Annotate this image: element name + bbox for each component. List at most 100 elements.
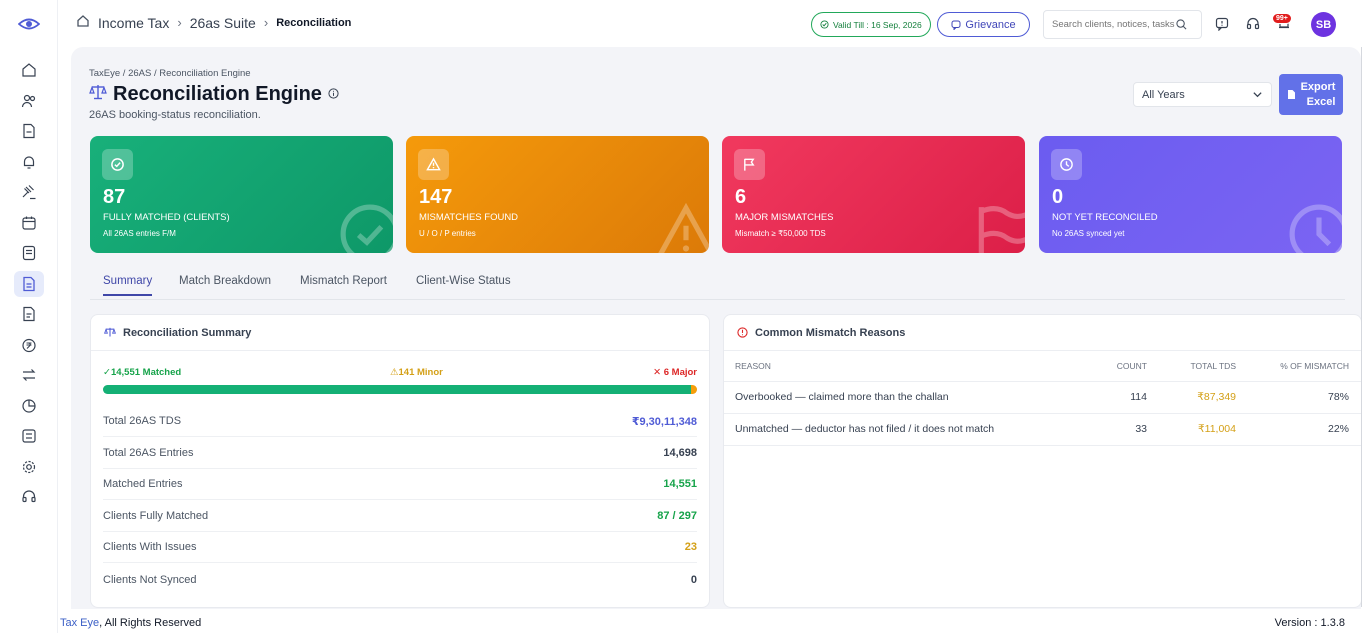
main-content: TaxEye / 26AS / Reconciliation Engine Re… — [71, 47, 1362, 609]
sidebar-transfer-icon[interactable] — [14, 362, 44, 388]
summary-row: Matched Entries 14,551 — [103, 469, 697, 501]
home-icon[interactable] — [76, 14, 90, 31]
info-icon[interactable] — [328, 86, 339, 104]
stat-subtext: No 26AS synced yet — [1052, 229, 1125, 238]
stat-value: 0 — [1052, 186, 1064, 208]
avatar[interactable]: SB — [1311, 12, 1336, 37]
mismatch-reasons-table: Reason Count Total TDS % of Mismatch Ove… — [724, 351, 1361, 446]
sidebar-bell-icon[interactable] — [14, 149, 44, 175]
sidebar-notes-icon[interactable] — [14, 240, 44, 266]
stat-card-major-mismatches[interactable]: 6 Major Mismatches Mismatch ≥ ₹50,000 TD… — [722, 136, 1025, 253]
stat-value: 6 — [735, 186, 747, 208]
major-legend: ✕ 6 Major — [653, 367, 697, 378]
export-excel-button[interactable]: Export Excel — [1279, 74, 1343, 115]
match-progress-bar — [103, 385, 697, 394]
sidebar-pie-icon[interactable] — [14, 393, 44, 419]
sidebar-support-icon[interactable] — [14, 484, 44, 510]
table-row[interactable]: Overbooked — claimed more than the chall… — [724, 381, 1361, 414]
summary-row-label: Total 26AS Entries — [103, 446, 194, 459]
sidebar-table-icon[interactable] — [14, 423, 44, 449]
breadcrumb-item-26as-suite[interactable]: 26as Suite — [190, 15, 256, 31]
stat-value: 147 — [419, 186, 453, 208]
notification-count-badge: 99+ — [1272, 13, 1292, 24]
stat-label: Not Yet Reconciled — [1052, 212, 1158, 223]
summary-row: Clients Fully Matched 87 / 297 — [103, 501, 697, 532]
sidebar-settings-icon[interactable] — [14, 454, 44, 480]
summary-row: Clients With Issues 23 — [103, 532, 697, 564]
sidebar-document-icon[interactable] — [14, 118, 44, 144]
summary-row: Clients Not Synced 0 — [103, 564, 697, 595]
summary-row-value: 0 — [690, 573, 697, 586]
stat-label: Mismatches Found — [419, 212, 519, 223]
feedback-icon[interactable] — [1214, 16, 1230, 32]
grievance-button[interactable]: Grievance — [937, 12, 1030, 37]
check-circle-icon — [102, 149, 133, 180]
clock-watermark-icon — [1289, 204, 1342, 253]
warning-watermark-icon — [658, 203, 709, 253]
footer: Tax Eye, All Rights Reserved Version : 1… — [60, 617, 1345, 629]
column-header-count[interactable]: Count — [1089, 351, 1159, 382]
flag-icon — [734, 149, 765, 180]
stat-subtext: Mismatch ≥ ₹50,000 TDS — [735, 229, 826, 238]
stat-card-not-reconciled[interactable]: 0 Not Yet Reconciled No 26AS synced yet — [1039, 136, 1342, 253]
total-tds-cell: ₹87,349 — [1159, 381, 1248, 414]
pct-cell: 22% — [1248, 413, 1361, 446]
alert-circle-icon — [737, 327, 748, 338]
sidebar-rupee-icon[interactable] — [14, 332, 44, 358]
search-input[interactable] — [1052, 19, 1176, 30]
sidebar-calendar-icon[interactable] — [14, 210, 44, 236]
flag-watermark-icon — [978, 206, 1025, 253]
reason-cell: Overbooked — claimed more than the chall… — [724, 381, 1089, 414]
tab-client-wise-status[interactable]: Client-Wise Status — [416, 275, 511, 295]
summary-row-value: 14,551 — [663, 478, 697, 491]
summary-row-label: Clients With Issues — [103, 541, 197, 554]
summary-row: Total 26AS Entries 14,698 — [103, 438, 697, 469]
summary-row-label: Total 26AS TDS — [103, 415, 182, 427]
scrollbar-track[interactable] — [1361, 47, 1362, 607]
search-box — [1043, 10, 1202, 39]
footer-brand-link[interactable]: Tax Eye — [60, 617, 99, 629]
minor-legend: ⚠141 Minor — [390, 367, 443, 378]
year-filter-select[interactable]: All Years — [1133, 82, 1272, 107]
summary-row-value: 87 / 297 — [657, 509, 697, 522]
headset-icon[interactable] — [1245, 16, 1261, 32]
eye-logo-icon[interactable] — [17, 14, 41, 34]
summary-row: Total 26AS TDS ₹9,30,11,348 — [103, 406, 697, 437]
stat-label: Major Mismatches — [735, 212, 834, 223]
footer-rights: , All Rights Reserved — [99, 617, 202, 629]
stat-card-fully-matched[interactable]: 87 Fully Matched (Clients) All 26AS entr… — [90, 136, 393, 253]
summary-row-value: 23 — [684, 541, 697, 554]
sidebar-file-icon[interactable] — [14, 301, 44, 327]
check-circle-watermark-icon — [340, 204, 393, 253]
scale-icon — [104, 327, 116, 337]
sidebar-reconciliation-icon[interactable] — [14, 270, 44, 297]
bar-segment-matched — [103, 385, 692, 394]
page-title: Reconciliation Engine — [113, 83, 322, 105]
check-circle-icon — [820, 20, 829, 29]
tab-match-breakdown[interactable]: Match Breakdown — [179, 275, 271, 295]
summary-row-value: 14,698 — [663, 446, 697, 459]
total-tds-cell: ₹11,004 — [1159, 413, 1248, 446]
summary-row-label: Clients Not Synced — [103, 573, 197, 586]
tab-summary[interactable]: Summary — [103, 275, 153, 296]
chevron-right-icon: › — [263, 15, 269, 30]
breadcrumb-item-income-tax[interactable]: Income Tax — [98, 15, 169, 31]
count-cell: 114 — [1089, 381, 1159, 414]
clock-icon — [1051, 149, 1082, 180]
chevron-down-icon — [1253, 92, 1262, 98]
column-header-pct[interactable]: % of Mismatch — [1248, 351, 1361, 382]
column-header-total-tds[interactable]: Total TDS — [1159, 351, 1248, 382]
subscription-valid-badge: Valid Till : 16 Sep, 2026 — [811, 12, 931, 37]
pct-cell: 78% — [1248, 381, 1361, 414]
stat-card-mismatches[interactable]: 147 Mismatches Found U / O / P entries — [406, 136, 709, 253]
version-label: Version : 1.3.8 — [1274, 617, 1345, 629]
sidebar-users-icon[interactable] — [14, 88, 44, 114]
tab-mismatch-report[interactable]: Mismatch Report — [300, 275, 387, 295]
reason-cell: Unmatched — deductor has not filed / it … — [724, 413, 1089, 446]
sidebar-home-icon[interactable] — [14, 57, 44, 83]
table-row[interactable]: Unmatched — deductor has not filed / it … — [724, 413, 1361, 446]
sidebar-gavel-icon[interactable] — [14, 179, 44, 205]
breadcrumb-item-current: Reconciliation — [276, 16, 352, 29]
mismatch-reasons-panel: Common Mismatch Reasons Reason Count Tot… — [723, 314, 1362, 608]
column-header-reason[interactable]: Reason — [724, 351, 1089, 382]
